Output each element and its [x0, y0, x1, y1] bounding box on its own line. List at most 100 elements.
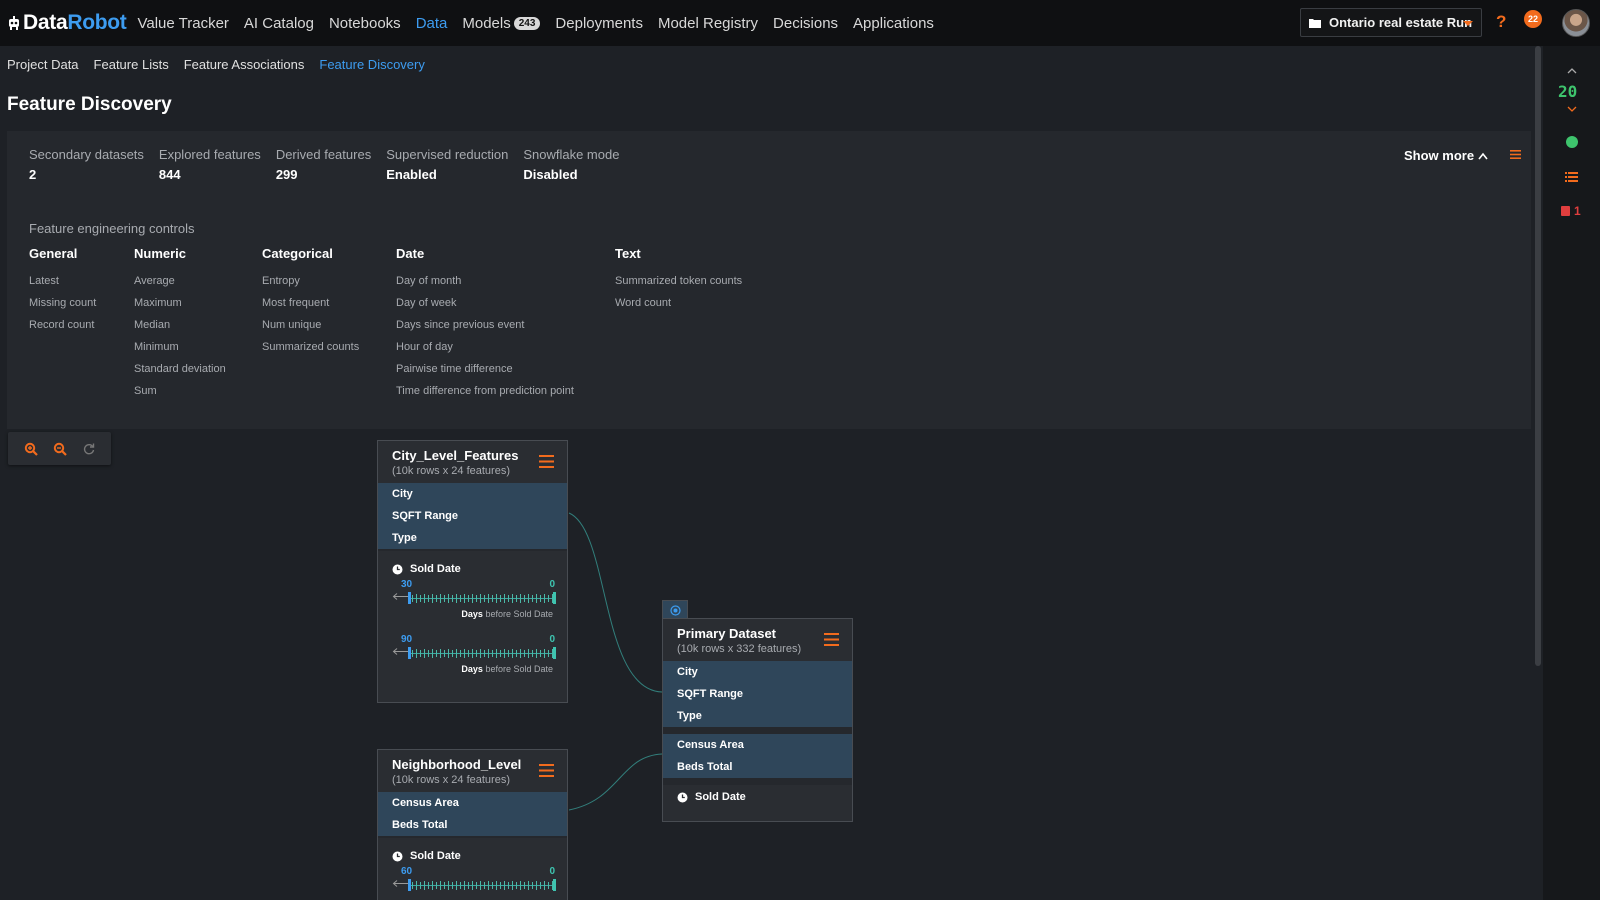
node-name: City_Level_Features	[392, 448, 519, 463]
fe-column-head: Categorical	[262, 246, 333, 261]
window-slider[interactable]	[408, 647, 556, 659]
slider-tick	[444, 882, 445, 889]
zoom-toolbar	[8, 432, 111, 465]
slider-tick	[540, 595, 541, 602]
tab-feature-discovery[interactable]: Feature Discovery	[319, 57, 424, 72]
feature-derivation-window[interactable]: 90 0 Days before Sold Date	[378, 634, 567, 689]
zoom-in-icon[interactable]	[24, 442, 38, 456]
slider-tick	[492, 595, 493, 602]
slider-tick	[448, 649, 449, 658]
right-rail: 20 1	[1543, 46, 1600, 900]
slider-tick	[544, 649, 545, 658]
time-feature: Sold Date	[378, 559, 567, 579]
feature-item: Type	[677, 710, 702, 722]
node-header: City_Level_Features (10k rows x 24 featu…	[378, 441, 567, 483]
nav-models[interactable]: Models 243	[462, 15, 541, 32]
nav-model-registry[interactable]: Model Registry	[658, 15, 758, 32]
chevron-up-icon[interactable]	[1567, 68, 1577, 74]
slider-tick	[528, 594, 529, 603]
window-start: 90	[401, 634, 413, 645]
tab-project-data[interactable]: Project Data	[7, 57, 79, 72]
slider-tick	[456, 881, 457, 890]
slider-tick	[544, 881, 545, 890]
slider-tick	[500, 595, 501, 602]
fe-item: Time difference from prediction point	[396, 385, 574, 397]
slider-handle-start	[408, 592, 411, 604]
nav-ai-catalog[interactable]: AI Catalog	[244, 15, 314, 32]
nav-decisions[interactable]: Decisions	[773, 15, 838, 32]
stat-supervised-reduction: Supervised reduction Enabled	[386, 147, 508, 182]
project-selector[interactable]: Ontario real estate Run	[1300, 8, 1482, 37]
tab-feature-lists[interactable]: Feature Lists	[94, 57, 169, 72]
node-header: Neighborhood_Level (10k rows x 24 featur…	[378, 750, 567, 792]
user-avatar[interactable]	[1562, 9, 1590, 37]
slider-tick	[512, 594, 513, 603]
node-menu-icon[interactable]	[539, 455, 554, 468]
fe-item: Days since previous event	[396, 319, 525, 331]
window-slider[interactable]	[408, 592, 556, 604]
nav-notebooks[interactable]: Notebooks	[329, 15, 401, 32]
slider-tick	[532, 595, 533, 602]
check-circle-icon[interactable]	[1566, 136, 1578, 148]
slider-tick	[420, 882, 421, 889]
node-menu-icon[interactable]	[824, 633, 839, 646]
models-count-badge: 243	[513, 16, 541, 30]
show-more-label: Show more	[1404, 148, 1475, 163]
node-size: (10k rows x 24 features)	[392, 465, 510, 477]
window-caption: Days before Sold Date	[461, 609, 553, 619]
window-slider[interactable]	[408, 879, 556, 891]
feature-item: SQFT Range	[392, 510, 459, 522]
slider-handle-start	[408, 647, 411, 659]
slider-tick	[440, 594, 441, 603]
nav-deployments[interactable]: Deployments	[555, 15, 643, 32]
feature-derivation-window[interactable]: 30 0 Days before Sold Date	[378, 579, 567, 634]
tab-feature-associations[interactable]: Feature Associations	[184, 57, 305, 72]
node-size: (10k rows x 332 features)	[677, 643, 802, 655]
slider-handle-end	[553, 592, 556, 604]
refresh-icon[interactable]	[82, 442, 96, 456]
chevron-up-icon	[1478, 152, 1488, 159]
error-indicator[interactable]: 1	[1561, 204, 1581, 218]
slider-tick	[516, 595, 517, 602]
dataset-node-city-level[interactable]: City_Level_Features (10k rows x 24 featu…	[377, 440, 568, 703]
slider-tick	[472, 881, 473, 890]
page-title: Feature Discovery	[7, 94, 172, 115]
slider-tick	[444, 595, 445, 602]
fe-column-head: General	[29, 246, 78, 261]
list-icon[interactable]	[1565, 172, 1578, 182]
slider-tick	[432, 594, 433, 603]
dataset-node-neighborhood-level[interactable]: Neighborhood_Level (10k rows x 24 featur…	[377, 749, 568, 900]
slider-tick	[504, 594, 505, 603]
help-icon[interactable]: ?	[1496, 12, 1506, 32]
show-more-button[interactable]: Show more	[1404, 148, 1488, 163]
node-menu-icon[interactable]	[539, 764, 554, 777]
nav-value-tracker[interactable]: Value Tracker	[137, 15, 228, 32]
time-section: Sold Date 60 0	[378, 838, 567, 900]
datarobot-logo[interactable]: Data Robot	[7, 11, 127, 35]
feature-item: City	[677, 666, 698, 678]
menu-icon[interactable]	[1510, 150, 1521, 159]
notification-icon[interactable]: 22	[1524, 10, 1542, 28]
nav-applications[interactable]: Applications	[853, 15, 934, 32]
page-scrollbar[interactable]	[1535, 46, 1541, 666]
slider-tick	[464, 594, 465, 603]
logo-data-text: Data	[23, 11, 68, 34]
project-name: Ontario real estate Run	[1329, 15, 1473, 30]
sub-tabs: Project Data Feature Lists Feature Assoc…	[7, 57, 440, 72]
slider-tick	[436, 882, 437, 889]
dataset-node-primary[interactable]: Primary Dataset (10k rows x 332 features…	[662, 618, 853, 822]
fe-column-text: Text Summarized token counts Word count	[615, 246, 742, 314]
slider-tick	[448, 594, 449, 603]
feature-derivation-window[interactable]: 60 0	[378, 866, 567, 900]
chevron-down-icon[interactable]	[1567, 106, 1577, 112]
slider-tick	[452, 650, 453, 657]
slider-tick	[476, 882, 477, 889]
slider-tick	[460, 882, 461, 889]
node-name: Primary Dataset	[677, 626, 776, 641]
slider-tick	[416, 881, 417, 890]
connector-neighborhood-primary	[568, 753, 663, 811]
stat-derived-features: Derived features 299	[276, 147, 371, 182]
nav-data[interactable]: Data	[416, 15, 448, 32]
slider-tick	[452, 595, 453, 602]
zoom-out-icon[interactable]	[53, 442, 67, 456]
